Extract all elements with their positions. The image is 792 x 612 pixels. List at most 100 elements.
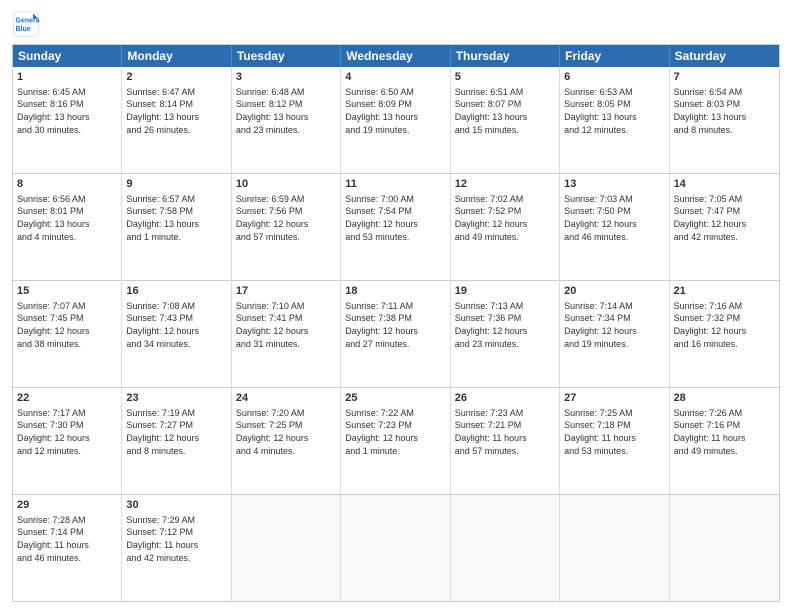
day-number: 23 — [126, 391, 226, 406]
calendar-body: 1Sunrise: 6:45 AM Sunset: 8:16 PM Daylig… — [13, 67, 779, 601]
calendar-cell: 2Sunrise: 6:47 AM Sunset: 8:14 PM Daylig… — [122, 67, 231, 173]
calendar-cell: 14Sunrise: 7:05 AM Sunset: 7:47 PM Dayli… — [670, 174, 779, 280]
calendar-cell — [232, 495, 341, 601]
day-info: Sunrise: 7:25 AM Sunset: 7:18 PM Dayligh… — [564, 407, 664, 457]
calendar-week-4: 22Sunrise: 7:17 AM Sunset: 7:30 PM Dayli… — [13, 388, 779, 495]
calendar-cell: 22Sunrise: 7:17 AM Sunset: 7:30 PM Dayli… — [13, 388, 122, 494]
day-number: 7 — [674, 70, 775, 85]
calendar-cell: 1Sunrise: 6:45 AM Sunset: 8:16 PM Daylig… — [13, 67, 122, 173]
calendar-cell: 27Sunrise: 7:25 AM Sunset: 7:18 PM Dayli… — [560, 388, 669, 494]
day-number: 26 — [455, 391, 555, 406]
day-number: 19 — [455, 284, 555, 299]
calendar-cell: 10Sunrise: 6:59 AM Sunset: 7:56 PM Dayli… — [232, 174, 341, 280]
day-number: 22 — [17, 391, 117, 406]
day-number: 1 — [17, 70, 117, 85]
day-info: Sunrise: 6:57 AM Sunset: 7:58 PM Dayligh… — [126, 193, 226, 243]
calendar-cell: 26Sunrise: 7:23 AM Sunset: 7:21 PM Dayli… — [451, 388, 560, 494]
calendar-header-monday: Monday — [122, 45, 231, 67]
calendar-header-thursday: Thursday — [451, 45, 560, 67]
calendar-cell: 11Sunrise: 7:00 AM Sunset: 7:54 PM Dayli… — [341, 174, 450, 280]
logo-icon: General Blue — [12, 10, 40, 38]
day-number: 28 — [674, 391, 775, 406]
calendar-header: SundayMondayTuesdayWednesdayThursdayFrid… — [13, 45, 779, 67]
day-number: 21 — [674, 284, 775, 299]
day-info: Sunrise: 7:03 AM Sunset: 7:50 PM Dayligh… — [564, 193, 664, 243]
calendar-cell: 3Sunrise: 6:48 AM Sunset: 8:12 PM Daylig… — [232, 67, 341, 173]
day-number: 15 — [17, 284, 117, 299]
day-info: Sunrise: 7:11 AM Sunset: 7:38 PM Dayligh… — [345, 300, 445, 350]
calendar-cell: 25Sunrise: 7:22 AM Sunset: 7:23 PM Dayli… — [341, 388, 450, 494]
calendar-header-friday: Friday — [560, 45, 669, 67]
calendar-cell — [451, 495, 560, 601]
calendar-cell — [670, 495, 779, 601]
calendar-cell: 28Sunrise: 7:26 AM Sunset: 7:16 PM Dayli… — [670, 388, 779, 494]
day-number: 16 — [126, 284, 226, 299]
day-number: 3 — [236, 70, 336, 85]
calendar-cell: 17Sunrise: 7:10 AM Sunset: 7:41 PM Dayli… — [232, 281, 341, 387]
day-info: Sunrise: 6:53 AM Sunset: 8:05 PM Dayligh… — [564, 86, 664, 136]
calendar: SundayMondayTuesdayWednesdayThursdayFrid… — [12, 44, 780, 602]
day-info: Sunrise: 7:08 AM Sunset: 7:43 PM Dayligh… — [126, 300, 226, 350]
calendar-cell: 21Sunrise: 7:16 AM Sunset: 7:32 PM Dayli… — [670, 281, 779, 387]
day-number: 18 — [345, 284, 445, 299]
day-info: Sunrise: 7:22 AM Sunset: 7:23 PM Dayligh… — [345, 407, 445, 457]
day-info: Sunrise: 7:02 AM Sunset: 7:52 PM Dayligh… — [455, 193, 555, 243]
calendar-cell: 13Sunrise: 7:03 AM Sunset: 7:50 PM Dayli… — [560, 174, 669, 280]
calendar-cell: 18Sunrise: 7:11 AM Sunset: 7:38 PM Dayli… — [341, 281, 450, 387]
day-info: Sunrise: 6:56 AM Sunset: 8:01 PM Dayligh… — [17, 193, 117, 243]
day-info: Sunrise: 7:28 AM Sunset: 7:14 PM Dayligh… — [17, 514, 117, 564]
day-info: Sunrise: 7:16 AM Sunset: 7:32 PM Dayligh… — [674, 300, 775, 350]
day-number: 8 — [17, 177, 117, 192]
day-number: 10 — [236, 177, 336, 192]
day-info: Sunrise: 7:23 AM Sunset: 7:21 PM Dayligh… — [455, 407, 555, 457]
calendar-cell: 7Sunrise: 6:54 AM Sunset: 8:03 PM Daylig… — [670, 67, 779, 173]
day-number: 14 — [674, 177, 775, 192]
day-number: 9 — [126, 177, 226, 192]
day-info: Sunrise: 6:54 AM Sunset: 8:03 PM Dayligh… — [674, 86, 775, 136]
calendar-header-sunday: Sunday — [13, 45, 122, 67]
calendar-cell: 29Sunrise: 7:28 AM Sunset: 7:14 PM Dayli… — [13, 495, 122, 601]
day-info: Sunrise: 7:14 AM Sunset: 7:34 PM Dayligh… — [564, 300, 664, 350]
calendar-cell: 5Sunrise: 6:51 AM Sunset: 8:07 PM Daylig… — [451, 67, 560, 173]
calendar-week-2: 8Sunrise: 6:56 AM Sunset: 8:01 PM Daylig… — [13, 174, 779, 281]
calendar-cell: 6Sunrise: 6:53 AM Sunset: 8:05 PM Daylig… — [560, 67, 669, 173]
day-number: 2 — [126, 70, 226, 85]
calendar-cell: 16Sunrise: 7:08 AM Sunset: 7:43 PM Dayli… — [122, 281, 231, 387]
day-info: Sunrise: 7:10 AM Sunset: 7:41 PM Dayligh… — [236, 300, 336, 350]
calendar-cell: 23Sunrise: 7:19 AM Sunset: 7:27 PM Dayli… — [122, 388, 231, 494]
day-number: 12 — [455, 177, 555, 192]
calendar-header-saturday: Saturday — [670, 45, 779, 67]
day-info: Sunrise: 7:20 AM Sunset: 7:25 PM Dayligh… — [236, 407, 336, 457]
day-info: Sunrise: 6:47 AM Sunset: 8:14 PM Dayligh… — [126, 86, 226, 136]
calendar-header-tuesday: Tuesday — [232, 45, 341, 67]
day-number: 30 — [126, 498, 226, 513]
day-number: 5 — [455, 70, 555, 85]
day-info: Sunrise: 7:07 AM Sunset: 7:45 PM Dayligh… — [17, 300, 117, 350]
day-number: 11 — [345, 177, 445, 192]
day-number: 27 — [564, 391, 664, 406]
calendar-cell: 24Sunrise: 7:20 AM Sunset: 7:25 PM Dayli… — [232, 388, 341, 494]
day-number: 4 — [345, 70, 445, 85]
calendar-week-5: 29Sunrise: 7:28 AM Sunset: 7:14 PM Dayli… — [13, 495, 779, 601]
day-info: Sunrise: 6:59 AM Sunset: 7:56 PM Dayligh… — [236, 193, 336, 243]
day-number: 20 — [564, 284, 664, 299]
day-info: Sunrise: 7:05 AM Sunset: 7:47 PM Dayligh… — [674, 193, 775, 243]
day-info: Sunrise: 7:17 AM Sunset: 7:30 PM Dayligh… — [17, 407, 117, 457]
day-info: Sunrise: 7:13 AM Sunset: 7:36 PM Dayligh… — [455, 300, 555, 350]
day-info: Sunrise: 6:45 AM Sunset: 8:16 PM Dayligh… — [17, 86, 117, 136]
calendar-cell: 19Sunrise: 7:13 AM Sunset: 7:36 PM Dayli… — [451, 281, 560, 387]
day-number: 24 — [236, 391, 336, 406]
calendar-cell: 8Sunrise: 6:56 AM Sunset: 8:01 PM Daylig… — [13, 174, 122, 280]
day-number: 17 — [236, 284, 336, 299]
svg-text:Blue: Blue — [16, 26, 31, 33]
calendar-cell: 4Sunrise: 6:50 AM Sunset: 8:09 PM Daylig… — [341, 67, 450, 173]
day-info: Sunrise: 6:51 AM Sunset: 8:07 PM Dayligh… — [455, 86, 555, 136]
day-info: Sunrise: 7:19 AM Sunset: 7:27 PM Dayligh… — [126, 407, 226, 457]
day-info: Sunrise: 6:48 AM Sunset: 8:12 PM Dayligh… — [236, 86, 336, 136]
day-info: Sunrise: 7:29 AM Sunset: 7:12 PM Dayligh… — [126, 514, 226, 564]
day-number: 6 — [564, 70, 664, 85]
calendar-week-3: 15Sunrise: 7:07 AM Sunset: 7:45 PM Dayli… — [13, 281, 779, 388]
day-info: Sunrise: 6:50 AM Sunset: 8:09 PM Dayligh… — [345, 86, 445, 136]
day-info: Sunrise: 7:26 AM Sunset: 7:16 PM Dayligh… — [674, 407, 775, 457]
calendar-cell: 12Sunrise: 7:02 AM Sunset: 7:52 PM Dayli… — [451, 174, 560, 280]
